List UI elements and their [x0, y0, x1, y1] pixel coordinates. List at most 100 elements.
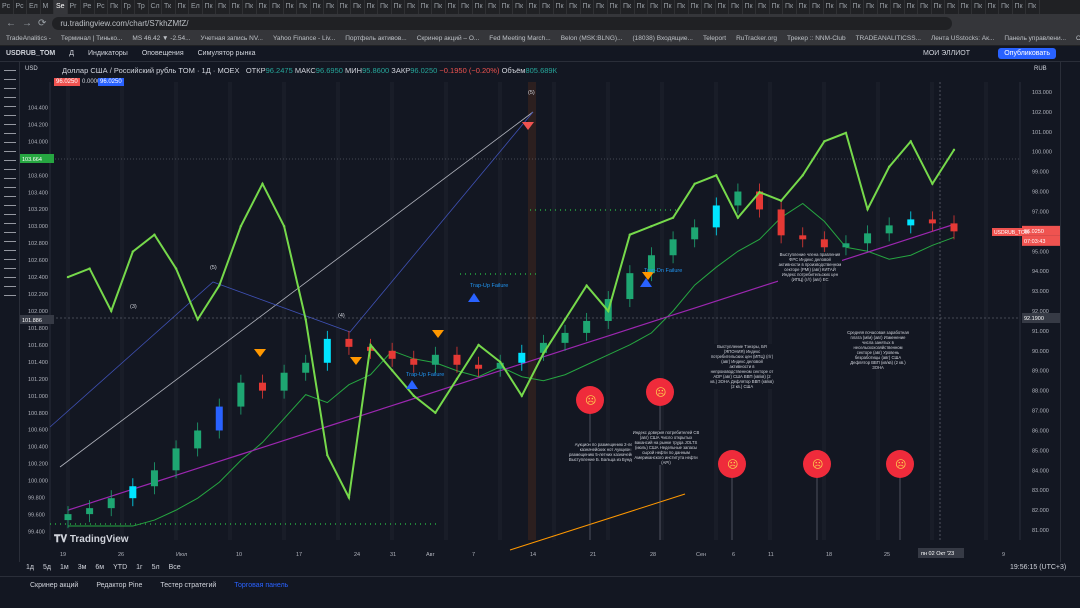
- timeframe-button[interactable]: 1м: [60, 564, 69, 571]
- bottom-tab[interactable]: Скринер акций: [30, 582, 78, 608]
- drawing-tool-icon[interactable]: [4, 115, 16, 116]
- ask-price[interactable]: 96.0250: [98, 78, 124, 86]
- drawing-tool-icon[interactable]: [4, 88, 16, 89]
- browser-tab[interactable]: Пк: [230, 0, 243, 14]
- browser-tab[interactable]: Пк: [635, 0, 648, 14]
- browser-tab[interactable]: Ре: [81, 0, 95, 14]
- drawing-tool-icon[interactable]: [4, 214, 16, 215]
- drawing-tool-icon[interactable]: [4, 79, 16, 80]
- bookmark-item[interactable]: Терминал | Тинько...: [61, 32, 122, 45]
- drawing-tool-icon[interactable]: [4, 106, 16, 107]
- browser-tab[interactable]: Гр: [122, 0, 135, 14]
- browser-tab[interactable]: Пк: [702, 0, 716, 14]
- browser-tab[interactable]: Se: [54, 0, 68, 14]
- bookmark-item[interactable]: Teleport: [703, 32, 726, 45]
- reload-icon[interactable]: ⟳: [38, 18, 46, 29]
- bookmark-item[interactable]: Портфель активов...: [345, 32, 406, 45]
- drawing-tool-icon[interactable]: [4, 124, 16, 125]
- bottom-tab[interactable]: Тестер стратегий: [160, 582, 216, 608]
- browser-tab[interactable]: М: [41, 0, 54, 14]
- price-chart[interactable]: 104.400104.200104.000103.800103.600103.4…: [20, 62, 1060, 562]
- browser-tab[interactable]: Пк: [297, 0, 311, 14]
- browser-tab[interactable]: Пк: [338, 0, 351, 14]
- bookmark-item[interactable]: Панель управлени...: [1004, 32, 1066, 45]
- browser-tab[interactable]: Pr: [68, 0, 81, 14]
- browser-tab[interactable]: Пк: [176, 0, 189, 14]
- browser-tab[interactable]: Пк: [108, 0, 122, 14]
- browser-tab[interactable]: Пк: [257, 0, 270, 14]
- drawing-tool-icon[interactable]: [4, 169, 16, 170]
- bookmark-item[interactable]: Трекер :: NNM-Club: [787, 32, 846, 45]
- browser-tab[interactable]: Пк: [567, 0, 581, 14]
- browser-tab[interactable]: Рс: [0, 0, 14, 14]
- forward-icon[interactable]: →: [22, 18, 32, 29]
- drawing-tool-icon[interactable]: [4, 133, 16, 134]
- browser-tab[interactable]: Пк: [446, 0, 459, 14]
- drawing-tool-icon[interactable]: [4, 142, 16, 143]
- browser-tab[interactable]: Пк: [837, 0, 851, 14]
- browser-tab[interactable]: Пк: [959, 0, 972, 14]
- browser-tab[interactable]: Пк: [486, 0, 500, 14]
- browser-tab[interactable]: Пк: [473, 0, 486, 14]
- browser-tab[interactable]: Пк: [945, 0, 959, 14]
- browser-tab[interactable]: Пк: [311, 0, 324, 14]
- layout-name-button[interactable]: МОИ ЭЛЛИОТ: [923, 50, 970, 57]
- browser-tab[interactable]: Пк: [756, 0, 770, 14]
- browser-tab[interactable]: Пк: [594, 0, 608, 14]
- browser-tab[interactable]: Пк: [905, 0, 918, 14]
- browser-tab[interactable]: Пк: [513, 0, 527, 14]
- browser-tab[interactable]: Пк: [986, 0, 999, 14]
- timeframe-button[interactable]: 5д: [43, 564, 51, 571]
- browser-tab[interactable]: Пк: [378, 0, 392, 14]
- browser-tab[interactable]: Пк: [243, 0, 257, 14]
- drawing-tool-icon[interactable]: [4, 70, 16, 71]
- bookmark-item[interactable]: Fed Meeting March...: [489, 32, 550, 45]
- timeframe-button[interactable]: 1д: [26, 564, 34, 571]
- browser-tab[interactable]: Pc: [95, 0, 108, 14]
- bottom-tab[interactable]: Редактор Pine: [96, 582, 142, 608]
- browser-tab[interactable]: Пк: [500, 0, 513, 14]
- browser-tab[interactable]: Пк: [581, 0, 594, 14]
- browser-tab[interactable]: Пк: [1026, 0, 1040, 14]
- browser-tab[interactable]: Пк: [891, 0, 905, 14]
- browser-tab[interactable]: Пк: [851, 0, 864, 14]
- alerts-button[interactable]: Оповещения: [142, 50, 184, 57]
- drawing-tool-icon[interactable]: [4, 250, 16, 251]
- bookmark-item[interactable]: Учетная запись NV...: [201, 32, 263, 45]
- timeframe-button[interactable]: 1г: [136, 564, 142, 571]
- browser-tab[interactable]: Пк: [419, 0, 432, 14]
- browser-tab[interactable]: Пк: [972, 0, 986, 14]
- drawing-tool-icon[interactable]: [4, 205, 16, 206]
- bookmark-item[interactable]: Belon (MSK:BLNG)...: [561, 32, 623, 45]
- drawing-tool-icon[interactable]: [4, 286, 16, 287]
- browser-tab[interactable]: Пк: [675, 0, 689, 14]
- drawing-tool-icon[interactable]: [4, 187, 16, 188]
- browser-tab[interactable]: Пк: [783, 0, 797, 14]
- drawing-tool-icon[interactable]: [4, 196, 16, 197]
- bottom-tab[interactable]: Торговая панель: [234, 582, 288, 608]
- browser-tab[interactable]: Пк: [648, 0, 662, 14]
- browser-tab[interactable]: Рс: [14, 0, 27, 14]
- bookmark-item[interactable]: TRADEANALITICSS...: [856, 32, 921, 45]
- drawing-tool-icon[interactable]: [4, 277, 16, 278]
- bookmark-item[interactable]: TradeAnalitics -: [6, 32, 51, 45]
- url-input[interactable]: ru.tradingview.com/chart/S7khZMfZ/: [52, 16, 953, 30]
- indicators-button[interactable]: Индикаторы: [88, 50, 128, 57]
- browser-tab[interactable]: Пк: [203, 0, 216, 14]
- browser-tab[interactable]: Пк: [743, 0, 756, 14]
- browser-tab[interactable]: Пк: [729, 0, 743, 14]
- drawing-tool-icon[interactable]: [4, 160, 16, 161]
- back-icon[interactable]: ←: [6, 18, 16, 29]
- browser-tab[interactable]: Пк: [932, 0, 945, 14]
- browser-tab[interactable]: Пк: [864, 0, 878, 14]
- browser-tab-strip[interactable]: Рс Рс Ел М Se Pr Ре Pc Пк Гр Тр Сл Тк Пк Ел Пк Пк Пк Пк Пк П…: [0, 0, 1080, 14]
- timeframe-button[interactable]: 3м: [78, 564, 87, 571]
- bookmark-item[interactable]: Лента USstocks: Ак...: [931, 32, 994, 45]
- browser-tab[interactable]: Пк: [716, 0, 729, 14]
- symbol-search-button[interactable]: USDRUB_TOM: [6, 50, 55, 57]
- bookmark-item[interactable]: Yahoo Finance - Liv...: [273, 32, 335, 45]
- browser-tab[interactable]: Пк: [662, 0, 675, 14]
- browser-tab[interactable]: Пк: [797, 0, 810, 14]
- right-sidebar[interactable]: [1060, 62, 1080, 562]
- bookmark-item[interactable]: Студия Rutube: [1076, 32, 1080, 45]
